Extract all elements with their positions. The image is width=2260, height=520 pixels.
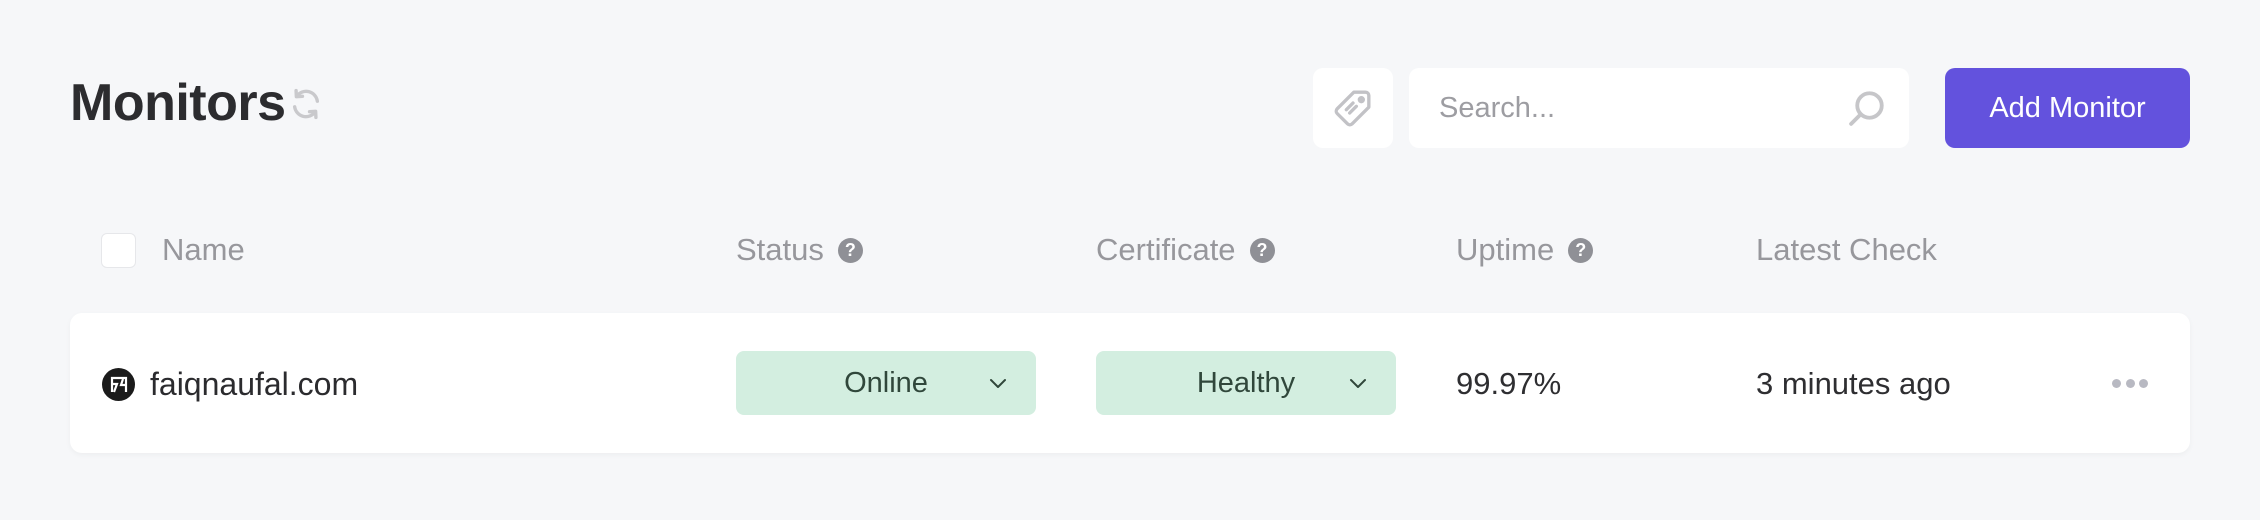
column-header-name[interactable]: Name xyxy=(162,220,245,280)
more-options-button[interactable] xyxy=(2112,373,2148,393)
column-header-uptime[interactable]: Uptime ? xyxy=(1456,220,1594,280)
column-label: Status xyxy=(736,232,824,267)
column-label: Latest Check xyxy=(1756,232,1937,267)
column-label: Certificate xyxy=(1096,232,1236,267)
column-label: Uptime xyxy=(1456,232,1555,267)
help-icon[interactable]: ? xyxy=(1249,237,1275,263)
table-header: Name Status ? Certificate ? Uptime ? Lat… xyxy=(0,220,2260,280)
status-label: Online xyxy=(844,366,928,399)
column-header-status[interactable]: Status ? xyxy=(736,220,863,280)
monitor-name-link[interactable]: faiqnaufal.com xyxy=(150,359,358,409)
help-icon[interactable]: ? xyxy=(1568,237,1594,263)
table-row[interactable]: faiqnaufal.com Online Healthy 99.97% 3 m… xyxy=(70,313,2190,453)
help-icon[interactable]: ? xyxy=(837,237,863,263)
search-input[interactable] xyxy=(1409,68,1829,148)
refresh-icon xyxy=(292,88,320,120)
add-monitor-button[interactable]: Add Monitor xyxy=(1945,68,2190,148)
certificate-dropdown[interactable]: Healthy xyxy=(1096,351,1396,415)
dot xyxy=(2112,378,2121,388)
dot xyxy=(2125,378,2135,388)
tag-icon xyxy=(1334,90,1371,127)
certificate-label: Healthy xyxy=(1196,366,1296,399)
tag-filter-button[interactable] xyxy=(1313,68,1393,148)
dot xyxy=(2139,378,2148,388)
column-label: Name xyxy=(162,232,245,267)
chevron-down-icon xyxy=(990,379,1006,388)
status-dropdown[interactable]: Online xyxy=(736,351,1036,415)
column-header-certificate[interactable]: Certificate ? xyxy=(1096,220,1275,280)
search-box xyxy=(1409,68,1909,148)
latest-check-value: 3 minutes ago xyxy=(1756,366,1951,401)
column-header-latest-check[interactable]: Latest Check xyxy=(1756,220,1937,280)
page-title: Monitors xyxy=(70,74,286,132)
site-favicon-icon xyxy=(102,368,135,401)
chevron-down-icon xyxy=(1350,379,1366,388)
refresh-button[interactable] xyxy=(288,84,324,124)
search-icon[interactable] xyxy=(1845,88,1887,130)
uptime-value: 99.97% xyxy=(1456,366,1562,401)
